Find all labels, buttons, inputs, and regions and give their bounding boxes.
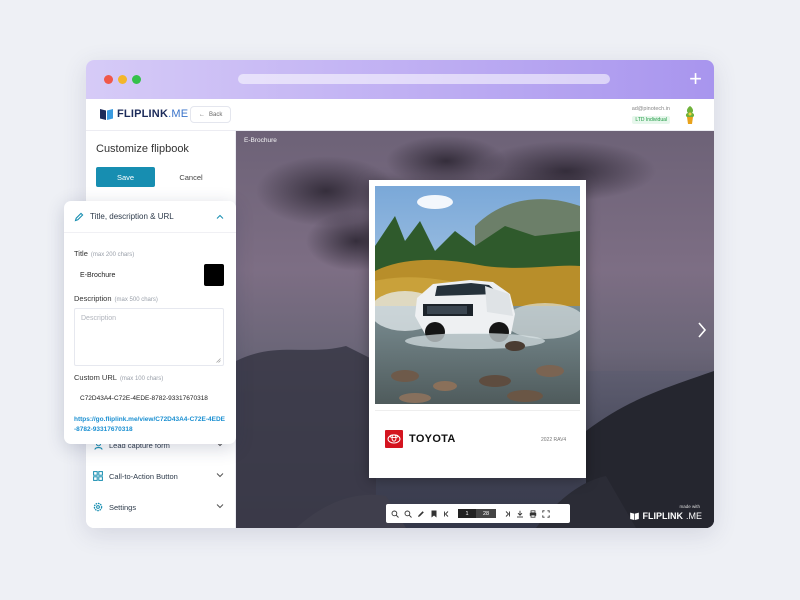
arrow-left-icon: ← [199, 111, 205, 118]
book-logo-icon [100, 109, 113, 120]
pencil-icon[interactable] [416, 509, 426, 519]
description-placeholder: Description [81, 315, 117, 322]
bookmark-icon[interactable] [429, 509, 439, 519]
fullscreen-icon[interactable] [541, 509, 551, 519]
cover-photo [375, 186, 580, 404]
chevron-down-icon [216, 473, 224, 478]
description-field-label: Description (max 500 chars) [74, 294, 158, 303]
cta-icon [93, 471, 103, 481]
toyota-logo-icon [385, 430, 403, 448]
app-header: FLIPLINK.ME ← Back ad@pinotech.in LTD In… [86, 99, 714, 131]
page-divider [375, 410, 580, 411]
fliplink-logo[interactable]: FLIPLINK.ME [100, 108, 188, 120]
brand-name: FLIPLINK [117, 108, 169, 120]
custom-url-label-text: Custom URL [74, 373, 117, 382]
gear-icon [93, 502, 103, 512]
flipbook-page[interactable]: TOYOTA 2022 RAV4 [369, 180, 586, 478]
chevron-up-icon [216, 214, 224, 219]
browser-titlebar: + [86, 60, 714, 99]
custom-url-input[interactable]: C72D43A4-C72E-4EDE-8782-93317670318 [74, 387, 224, 409]
flipbook-preview: E-Brochure TOYOTA 2022 RAV4 1 28 made wi… [236, 131, 714, 528]
back-label: Back [209, 111, 223, 118]
sidebar-item-label: Settings [109, 502, 137, 512]
description-label-text: Description [74, 294, 112, 303]
title-field-label: Title (max 200 chars) [74, 249, 134, 258]
book-logo-icon [630, 512, 640, 520]
brand-suffix: .ME [168, 108, 189, 120]
avatar[interactable] [682, 105, 698, 125]
plan-badge: LTD Individual [632, 116, 670, 124]
page-total: 28 [476, 509, 496, 518]
chevron-down-icon [216, 504, 224, 509]
title-description-url-panel: Title, description & URL Title (max 200 c… [64, 201, 236, 444]
close-window-button[interactable] [104, 75, 113, 84]
first-page-icon[interactable] [442, 509, 452, 519]
page-indicator[interactable]: 1 28 [458, 509, 496, 518]
viewer-toolbar: 1 28 [386, 504, 570, 523]
title-hint: (max 200 chars) [90, 252, 135, 258]
flipbook-share-link[interactable]: https://go.fliplink.me/view/C72D43A4-C72… [74, 415, 226, 435]
pencil-icon [74, 212, 84, 222]
flipbook-title-label: E-Brochure [244, 137, 277, 144]
sidebar-item-cta[interactable]: Call-to-Action Button [86, 465, 236, 487]
custom-url-field-label: Custom URL (max 100 chars) [74, 373, 163, 382]
back-button[interactable]: ← Back [190, 106, 232, 123]
section-header-label: Title, description & URL [90, 212, 174, 221]
title-input[interactable]: E-Brochure [74, 264, 204, 286]
last-page-icon[interactable] [502, 509, 512, 519]
sidebar-item-label: Call-to-Action Button [109, 471, 178, 481]
custom-url-hint: (max 100 chars) [119, 376, 164, 382]
zoom-in-icon[interactable] [390, 509, 400, 519]
book-brand-name: TOYOTA [409, 433, 456, 445]
footer-brand[interactable]: FLIPLINK .ME [630, 511, 702, 521]
print-icon[interactable] [528, 509, 538, 519]
zoom-out-icon[interactable] [403, 509, 413, 519]
title-color-swatch[interactable] [204, 264, 224, 286]
resize-handle-icon[interactable] [216, 358, 221, 363]
section-header-title-description-url[interactable]: Title, description & URL [64, 201, 236, 233]
save-button[interactable]: Save [96, 167, 155, 187]
title-label-text: Title [74, 249, 88, 258]
minimize-window-button[interactable] [118, 75, 127, 84]
footer-brand-name: FLIPLINK [642, 511, 683, 521]
cancel-button[interactable]: Cancel [166, 167, 216, 187]
new-tab-plus-icon[interactable]: + [689, 66, 702, 92]
description-hint: (max 500 chars) [114, 297, 158, 303]
download-icon[interactable] [515, 509, 525, 519]
sidebar-item-settings[interactable]: Settings [86, 496, 236, 518]
chevron-right-icon[interactable] [696, 321, 708, 339]
description-textarea[interactable]: Description [74, 308, 224, 366]
made-with-label: made with [679, 504, 700, 509]
sidebar-title: Customize flipbook [96, 143, 189, 155]
address-bar[interactable] [238, 74, 610, 84]
footer-brand-suffix: .ME [685, 511, 702, 521]
maximize-window-button[interactable] [132, 75, 141, 84]
user-email: ad@pinotech.in [631, 106, 670, 112]
book-model-year: 2022 RAV4 [541, 437, 567, 443]
page-current[interactable]: 1 [458, 509, 476, 518]
